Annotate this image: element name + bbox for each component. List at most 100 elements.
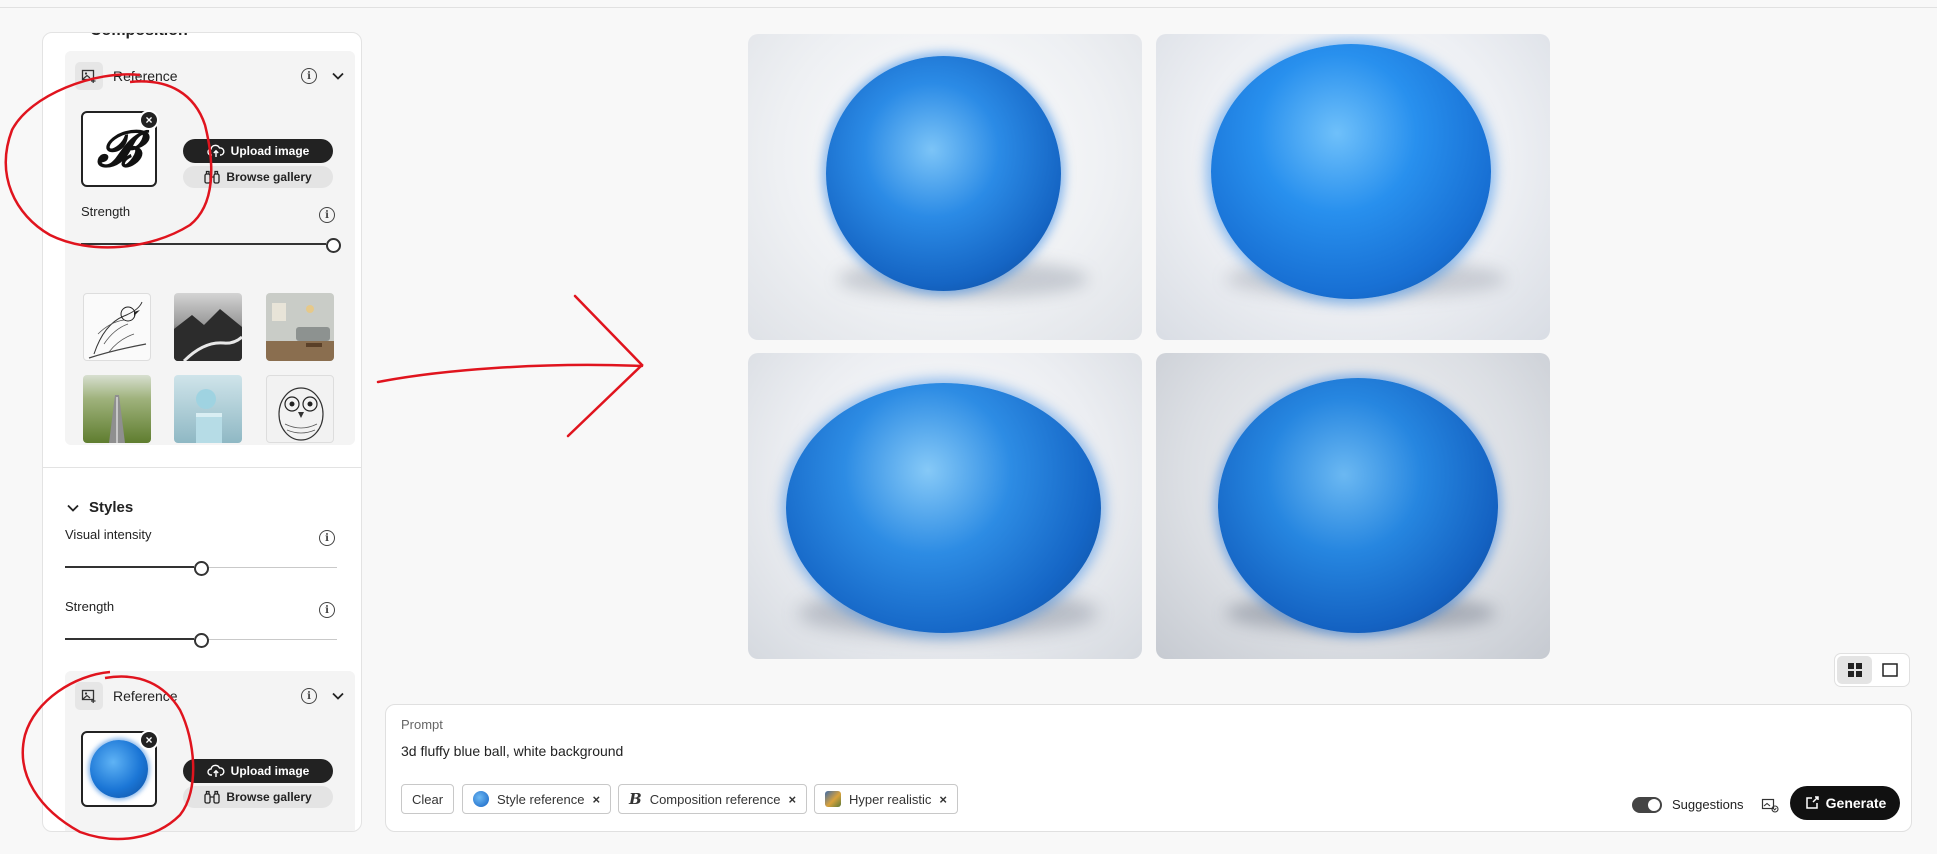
fluffy-ball-image (1211, 44, 1491, 299)
mountain-image (174, 309, 242, 361)
upload-image-label: Upload image (230, 144, 310, 158)
composition-strength-slider[interactable] (81, 238, 341, 253)
composition-reference-card: Reference i 𝓑 × Upload image Browse gall… (65, 51, 355, 445)
cloud-upload-icon (207, 764, 225, 777)
chip-label: Composition reference (649, 791, 781, 807)
style-reference-header[interactable]: Reference i (75, 681, 345, 711)
bird-sketch-image (88, 301, 147, 359)
browse-gallery-button[interactable]: Browse gallery (183, 166, 333, 188)
info-icon[interactable]: i (301, 688, 317, 704)
browse-gallery-button[interactable]: Browse gallery (183, 786, 333, 808)
remove-reference-icon[interactable]: × (139, 110, 159, 130)
owl-sketch-image (278, 387, 324, 441)
generated-image-2[interactable] (1156, 34, 1550, 340)
browse-gallery-label: Browse gallery (226, 170, 312, 184)
suggestions-label: Suggestions (1672, 797, 1744, 812)
b-logo-image: 𝓑 (96, 119, 142, 178)
chip-composition-reference[interactable]: B Composition reference × (618, 784, 808, 814)
grid-icon (1847, 663, 1862, 677)
visual-intensity-slider[interactable] (65, 561, 337, 576)
blue-ball-thumb-icon (473, 791, 489, 807)
style-reference-card: Reference i × Upload image Browse galler… (65, 671, 355, 832)
composition-reference-header[interactable]: Reference i (75, 61, 345, 91)
remove-reference-icon[interactable]: × (139, 730, 159, 750)
chip-hyper-realistic[interactable]: Hyper realistic × (814, 784, 958, 814)
chip-style-reference[interactable]: Style reference × (462, 784, 612, 814)
upload-image-button[interactable]: Upload image (183, 759, 333, 783)
top-divider (0, 7, 1937, 8)
b-logo-icon: B (629, 790, 642, 808)
suggestions-toggle[interactable] (1632, 797, 1662, 813)
clear-label: Clear (412, 791, 444, 807)
preset-partial-2[interactable] (174, 831, 242, 832)
square-icon (1881, 663, 1898, 677)
sphere-pedestal-image (196, 389, 222, 443)
preset-sphere-pedestal[interactable] (174, 375, 242, 443)
reference-image-icon (75, 682, 103, 710)
slider-knob[interactable] (193, 633, 209, 648)
generate-label: Generate (1825, 795, 1887, 811)
panel-divider (43, 467, 361, 468)
binoculars-icon (204, 170, 220, 184)
preset-partial-1[interactable] (83, 831, 151, 832)
style-reference-label: Reference (113, 688, 178, 704)
single-view-button[interactable] (1872, 656, 1907, 684)
grid-view-button[interactable] (1837, 656, 1872, 684)
close-icon[interactable]: × (939, 792, 947, 807)
chevron-down-icon[interactable] (331, 689, 345, 703)
style-strength-slider[interactable] (65, 633, 337, 648)
generate-icon (1805, 796, 1819, 809)
chip-label: Style reference (497, 791, 585, 807)
prompt-settings-icon[interactable] (1760, 795, 1780, 815)
strength-label: Strength (81, 204, 131, 219)
style-strength-label: Strength (65, 599, 115, 614)
preset-road-field[interactable] (83, 375, 151, 443)
preset-bird-sketch[interactable] (83, 293, 151, 361)
hyper-realistic-thumb-icon (825, 791, 841, 807)
view-toggle (1834, 653, 1910, 687)
visual-intensity-info-icon[interactable]: i (319, 530, 335, 546)
fluffy-ball-image (1218, 378, 1498, 633)
strength-info-icon[interactable]: i (319, 207, 335, 223)
section-title-composition: Composition (90, 33, 188, 40)
binoculars-icon (204, 790, 220, 804)
preset-living-room[interactable] (266, 293, 334, 361)
close-icon[interactable]: × (592, 792, 600, 807)
preset-mountain-landscape[interactable] (174, 293, 242, 361)
visual-intensity-label: Visual intensity (65, 527, 152, 542)
close-icon[interactable]: × (788, 792, 796, 807)
prompt-panel: Prompt 3d fluffy blue ball, white backgr… (385, 704, 1912, 832)
composition-reference-thumbnail[interactable]: 𝓑 × (81, 110, 159, 187)
generated-image-4[interactable] (1156, 353, 1550, 659)
blue-ball-image (90, 740, 148, 798)
styles-title: Styles (89, 499, 134, 516)
styles-section-header[interactable]: Styles (67, 499, 133, 516)
generated-image-3[interactable] (748, 353, 1142, 659)
info-icon[interactable]: i (301, 68, 317, 84)
slider-knob[interactable] (193, 561, 209, 576)
generate-button[interactable]: Generate (1790, 786, 1900, 820)
composition-reference-label: Reference (113, 68, 178, 84)
living-room-image (266, 303, 334, 361)
chevron-down-icon (67, 504, 79, 512)
reference-image-icon (75, 62, 103, 90)
road-field-image (109, 395, 125, 443)
generated-image-1[interactable] (748, 34, 1142, 340)
fluffy-ball-image (786, 383, 1101, 633)
upload-image-button[interactable]: Upload image (183, 139, 333, 163)
cloud-upload-icon (207, 144, 225, 157)
prompt-input[interactable]: 3d fluffy blue ball, white background (401, 743, 623, 759)
upload-image-label: Upload image (230, 764, 310, 778)
browse-gallery-label: Browse gallery (226, 790, 312, 804)
preset-partial-3[interactable] (266, 831, 334, 832)
slider-knob[interactable] (326, 238, 341, 253)
chevron-down-icon[interactable] (331, 69, 345, 83)
clear-button[interactable]: Clear (401, 784, 455, 814)
annotation-arrow (376, 294, 644, 438)
chip-label: Hyper realistic (849, 791, 932, 807)
prompt-title: Prompt (401, 717, 443, 732)
settings-panel: Composition Reference i 𝓑 × Upload image… (42, 32, 362, 832)
style-strength-info-icon[interactable]: i (319, 602, 335, 618)
preset-owl-sketch[interactable] (266, 375, 334, 443)
style-reference-thumbnail[interactable]: × (81, 730, 159, 807)
